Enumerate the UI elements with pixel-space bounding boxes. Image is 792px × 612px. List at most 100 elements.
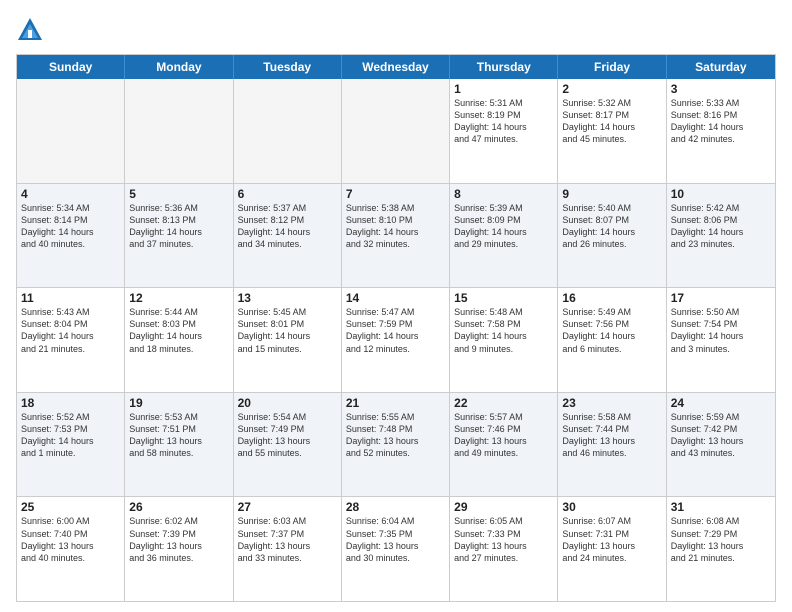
day-details: Sunrise: 5:53 AM Sunset: 7:51 PM Dayligh… [129,411,228,460]
day-cell-9: 9Sunrise: 5:40 AM Sunset: 8:07 PM Daylig… [558,184,666,288]
day-number: 16 [562,291,661,305]
day-details: Sunrise: 5:58 AM Sunset: 7:44 PM Dayligh… [562,411,661,460]
day-cell-5: 5Sunrise: 5:36 AM Sunset: 8:13 PM Daylig… [125,184,233,288]
day-number: 20 [238,396,337,410]
day-details: Sunrise: 5:49 AM Sunset: 7:56 PM Dayligh… [562,306,661,355]
day-cell-21: 21Sunrise: 5:55 AM Sunset: 7:48 PM Dayli… [342,393,450,497]
logo [16,16,48,44]
day-cell-10: 10Sunrise: 5:42 AM Sunset: 8:06 PM Dayli… [667,184,775,288]
day-number: 13 [238,291,337,305]
day-number: 7 [346,187,445,201]
day-number: 31 [671,500,771,514]
empty-cell [342,79,450,183]
calendar-header: SundayMondayTuesdayWednesdayThursdayFrid… [17,55,775,79]
day-number: 26 [129,500,228,514]
day-number: 15 [454,291,553,305]
day-details: Sunrise: 6:08 AM Sunset: 7:29 PM Dayligh… [671,515,771,564]
day-cell-29: 29Sunrise: 6:05 AM Sunset: 7:33 PM Dayli… [450,497,558,601]
day-number: 5 [129,187,228,201]
day-cell-31: 31Sunrise: 6:08 AM Sunset: 7:29 PM Dayli… [667,497,775,601]
day-number: 18 [21,396,120,410]
day-number: 25 [21,500,120,514]
day-number: 10 [671,187,771,201]
day-details: Sunrise: 5:32 AM Sunset: 8:17 PM Dayligh… [562,97,661,146]
day-cell-30: 30Sunrise: 6:07 AM Sunset: 7:31 PM Dayli… [558,497,666,601]
day-details: Sunrise: 6:04 AM Sunset: 7:35 PM Dayligh… [346,515,445,564]
day-cell-17: 17Sunrise: 5:50 AM Sunset: 7:54 PM Dayli… [667,288,775,392]
day-number: 24 [671,396,771,410]
day-details: Sunrise: 6:00 AM Sunset: 7:40 PM Dayligh… [21,515,120,564]
day-number: 1 [454,82,553,96]
day-details: Sunrise: 5:38 AM Sunset: 8:10 PM Dayligh… [346,202,445,251]
header-day-friday: Friday [558,55,666,79]
header [16,16,776,44]
day-number: 17 [671,291,771,305]
day-details: Sunrise: 5:42 AM Sunset: 8:06 PM Dayligh… [671,202,771,251]
day-number: 6 [238,187,337,201]
day-number: 4 [21,187,120,201]
day-cell-25: 25Sunrise: 6:00 AM Sunset: 7:40 PM Dayli… [17,497,125,601]
day-details: Sunrise: 6:07 AM Sunset: 7:31 PM Dayligh… [562,515,661,564]
calendar-row-1: 1Sunrise: 5:31 AM Sunset: 8:19 PM Daylig… [17,79,775,183]
day-number: 9 [562,187,661,201]
header-day-monday: Monday [125,55,233,79]
day-number: 19 [129,396,228,410]
day-details: Sunrise: 5:39 AM Sunset: 8:09 PM Dayligh… [454,202,553,251]
day-number: 29 [454,500,553,514]
day-number: 11 [21,291,120,305]
day-number: 23 [562,396,661,410]
day-cell-14: 14Sunrise: 5:47 AM Sunset: 7:59 PM Dayli… [342,288,450,392]
day-details: Sunrise: 5:40 AM Sunset: 8:07 PM Dayligh… [562,202,661,251]
page: SundayMondayTuesdayWednesdayThursdayFrid… [0,0,792,612]
day-cell-4: 4Sunrise: 5:34 AM Sunset: 8:14 PM Daylig… [17,184,125,288]
day-details: Sunrise: 6:05 AM Sunset: 7:33 PM Dayligh… [454,515,553,564]
empty-cell [17,79,125,183]
day-number: 22 [454,396,553,410]
day-cell-11: 11Sunrise: 5:43 AM Sunset: 8:04 PM Dayli… [17,288,125,392]
calendar: SundayMondayTuesdayWednesdayThursdayFrid… [16,54,776,602]
day-details: Sunrise: 5:55 AM Sunset: 7:48 PM Dayligh… [346,411,445,460]
day-details: Sunrise: 5:48 AM Sunset: 7:58 PM Dayligh… [454,306,553,355]
calendar-row-3: 11Sunrise: 5:43 AM Sunset: 8:04 PM Dayli… [17,287,775,392]
day-cell-26: 26Sunrise: 6:02 AM Sunset: 7:39 PM Dayli… [125,497,233,601]
day-number: 3 [671,82,771,96]
calendar-row-4: 18Sunrise: 5:52 AM Sunset: 7:53 PM Dayli… [17,392,775,497]
day-cell-22: 22Sunrise: 5:57 AM Sunset: 7:46 PM Dayli… [450,393,558,497]
day-details: Sunrise: 5:52 AM Sunset: 7:53 PM Dayligh… [21,411,120,460]
header-day-tuesday: Tuesday [234,55,342,79]
day-number: 27 [238,500,337,514]
day-cell-27: 27Sunrise: 6:03 AM Sunset: 7:37 PM Dayli… [234,497,342,601]
day-details: Sunrise: 5:45 AM Sunset: 8:01 PM Dayligh… [238,306,337,355]
day-cell-28: 28Sunrise: 6:04 AM Sunset: 7:35 PM Dayli… [342,497,450,601]
header-day-thursday: Thursday [450,55,558,79]
day-cell-19: 19Sunrise: 5:53 AM Sunset: 7:51 PM Dayli… [125,393,233,497]
header-day-wednesday: Wednesday [342,55,450,79]
day-number: 2 [562,82,661,96]
day-number: 28 [346,500,445,514]
day-number: 21 [346,396,445,410]
day-details: Sunrise: 5:43 AM Sunset: 8:04 PM Dayligh… [21,306,120,355]
calendar-row-5: 25Sunrise: 6:00 AM Sunset: 7:40 PM Dayli… [17,496,775,601]
day-details: Sunrise: 5:59 AM Sunset: 7:42 PM Dayligh… [671,411,771,460]
day-details: Sunrise: 5:34 AM Sunset: 8:14 PM Dayligh… [21,202,120,251]
day-cell-18: 18Sunrise: 5:52 AM Sunset: 7:53 PM Dayli… [17,393,125,497]
calendar-body: 1Sunrise: 5:31 AM Sunset: 8:19 PM Daylig… [17,79,775,601]
day-details: Sunrise: 6:02 AM Sunset: 7:39 PM Dayligh… [129,515,228,564]
header-day-sunday: Sunday [17,55,125,79]
day-cell-1: 1Sunrise: 5:31 AM Sunset: 8:19 PM Daylig… [450,79,558,183]
header-day-saturday: Saturday [667,55,775,79]
day-details: Sunrise: 6:03 AM Sunset: 7:37 PM Dayligh… [238,515,337,564]
day-cell-13: 13Sunrise: 5:45 AM Sunset: 8:01 PM Dayli… [234,288,342,392]
calendar-row-2: 4Sunrise: 5:34 AM Sunset: 8:14 PM Daylig… [17,183,775,288]
day-cell-20: 20Sunrise: 5:54 AM Sunset: 7:49 PM Dayli… [234,393,342,497]
empty-cell [125,79,233,183]
day-details: Sunrise: 5:50 AM Sunset: 7:54 PM Dayligh… [671,306,771,355]
day-details: Sunrise: 5:47 AM Sunset: 7:59 PM Dayligh… [346,306,445,355]
logo-icon [16,16,44,44]
day-cell-2: 2Sunrise: 5:32 AM Sunset: 8:17 PM Daylig… [558,79,666,183]
day-number: 30 [562,500,661,514]
day-number: 14 [346,291,445,305]
day-cell-23: 23Sunrise: 5:58 AM Sunset: 7:44 PM Dayli… [558,393,666,497]
day-cell-15: 15Sunrise: 5:48 AM Sunset: 7:58 PM Dayli… [450,288,558,392]
day-cell-3: 3Sunrise: 5:33 AM Sunset: 8:16 PM Daylig… [667,79,775,183]
